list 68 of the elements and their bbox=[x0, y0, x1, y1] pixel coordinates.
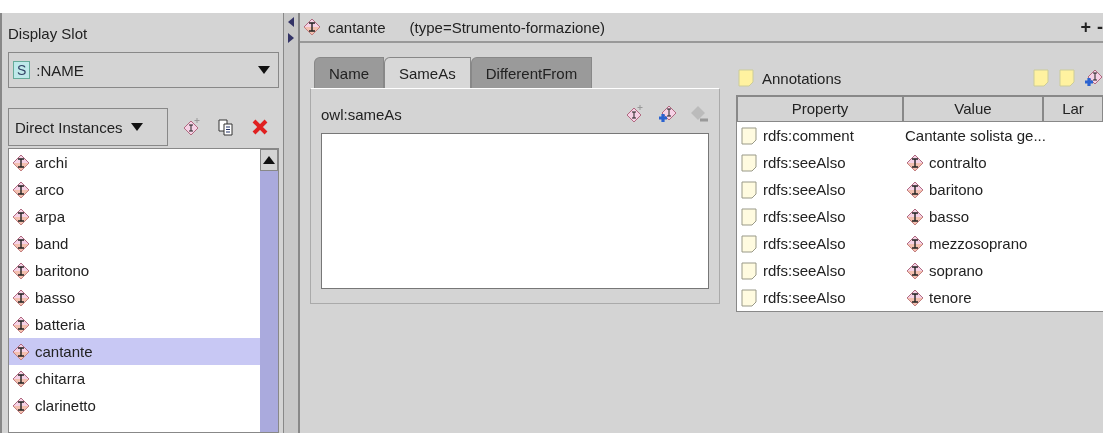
scroll-up-icon[interactable] bbox=[263, 156, 275, 164]
instance-icon bbox=[11, 233, 31, 254]
table-cell: mezzosoprano bbox=[903, 233, 1043, 254]
note-icon bbox=[739, 233, 759, 254]
instance-icon bbox=[905, 152, 925, 173]
scrollbar[interactable] bbox=[260, 149, 278, 432]
caret-icon bbox=[130, 123, 143, 131]
table-cell: soprano bbox=[903, 260, 1043, 281]
expand-right-icon[interactable] bbox=[288, 33, 294, 43]
note-icon bbox=[739, 179, 759, 200]
note-icon bbox=[739, 260, 759, 281]
table-cell: contralto bbox=[903, 152, 1043, 173]
instance-icon bbox=[11, 395, 31, 416]
same-as-label: owl:sameAs bbox=[321, 105, 403, 123]
table-cell: basso bbox=[903, 206, 1043, 227]
copy-icon[interactable] bbox=[216, 117, 236, 137]
table-cell: rdfs:seeAlso bbox=[737, 260, 903, 281]
delete-icon[interactable] bbox=[250, 117, 270, 137]
instance-icon bbox=[11, 152, 31, 173]
annotations-title: Annotations bbox=[762, 69, 843, 87]
instance-icon bbox=[11, 287, 31, 308]
display-slot-label: Display Slot bbox=[8, 24, 89, 44]
instance-icon bbox=[905, 260, 925, 281]
remove-instance-icon[interactable] bbox=[689, 104, 709, 124]
slot-badge: S bbox=[13, 61, 31, 79]
plus-button[interactable]: + bbox=[1080, 16, 1091, 38]
instance-icon bbox=[905, 206, 925, 227]
instance-icon bbox=[11, 368, 31, 389]
instance-icon bbox=[11, 179, 31, 200]
instance-icon bbox=[905, 179, 925, 200]
table-cell: rdfs:seeAlso bbox=[737, 152, 903, 173]
instances-mode-dropdown[interactable]: Direct Instances bbox=[8, 108, 168, 146]
table-cell: rdfs:seeAlso bbox=[737, 179, 903, 200]
table-cell: rdfs:seeAlso bbox=[737, 233, 903, 254]
instance-icon bbox=[11, 341, 31, 362]
note-icon bbox=[739, 287, 759, 308]
minus-button[interactable]: - bbox=[1097, 16, 1103, 38]
add-instance-icon[interactable] bbox=[1083, 68, 1103, 88]
table-cell: rdfs:seeAlso bbox=[737, 206, 903, 227]
instance-icon bbox=[11, 314, 31, 335]
display-slot-dropdown[interactable]: S :NAME bbox=[8, 52, 279, 88]
add-instance-icon[interactable] bbox=[657, 104, 677, 124]
caret-icon bbox=[258, 66, 270, 74]
instance-type: (type=Strumento-formazione) bbox=[409, 18, 606, 36]
instance-name: cantante bbox=[328, 18, 386, 36]
instance-icon bbox=[905, 233, 925, 254]
table-cell: rdfs:comment bbox=[737, 125, 903, 146]
column-header[interactable]: Value bbox=[903, 96, 1043, 122]
instance-icon bbox=[11, 260, 31, 281]
table-cell: rdfs:seeAlso bbox=[737, 287, 903, 308]
note-icon bbox=[739, 125, 759, 146]
create-instance-icon[interactable] bbox=[182, 117, 202, 137]
note-icon bbox=[739, 152, 759, 173]
tab[interactable]: Name bbox=[314, 57, 384, 88]
create-instance-icon[interactable] bbox=[625, 104, 645, 124]
instance-icon bbox=[905, 287, 925, 308]
collapse-left-icon[interactable] bbox=[288, 17, 294, 27]
instance-icon bbox=[11, 206, 31, 227]
table-cell-text: Cantante solista ge... bbox=[904, 127, 1043, 144]
table-cell: baritono bbox=[903, 179, 1043, 200]
instance-icon bbox=[302, 17, 322, 37]
table-cell: tenore bbox=[903, 287, 1043, 308]
instance-item[interactable]: cantante bbox=[9, 338, 260, 365]
column-header[interactable]: Property bbox=[737, 96, 903, 122]
note-icon bbox=[739, 206, 759, 227]
tab[interactable]: SameAs bbox=[384, 57, 471, 88]
column-header[interactable]: Lar bbox=[1043, 96, 1103, 122]
tab[interactable]: DifferentFrom bbox=[470, 57, 593, 88]
